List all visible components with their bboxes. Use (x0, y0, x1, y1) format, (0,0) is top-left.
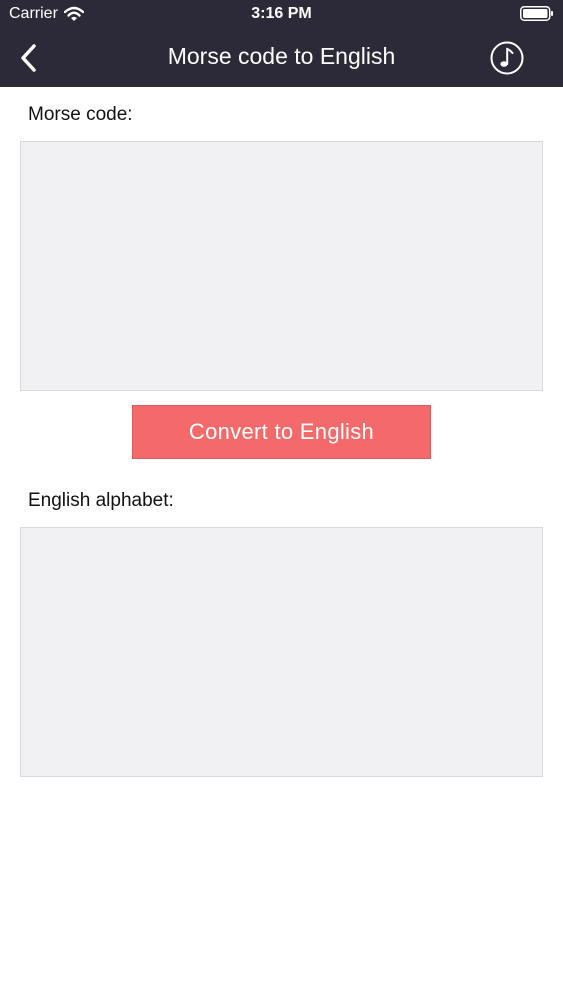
battery-icon (520, 6, 553, 21)
morse-code-input[interactable] (20, 141, 543, 391)
status-bar: Carrier 3:16 PM (0, 0, 563, 28)
english-alphabet-label: English alphabet: (28, 490, 174, 511)
status-time: 3:16 PM (251, 5, 312, 22)
english-alphabet-output[interactable] (20, 527, 543, 777)
page-title: Morse code to English (167, 43, 396, 69)
nav-bar: Morse code to English (0, 30, 563, 86)
sound-button[interactable] (489, 40, 525, 76)
morse-code-label: Morse code: (28, 104, 133, 125)
top-bar: Carrier 3:16 PM Morse code to English (0, 0, 563, 87)
convert-to-english-button[interactable]: Convert to English (132, 405, 431, 459)
music-note-icon (490, 41, 524, 75)
